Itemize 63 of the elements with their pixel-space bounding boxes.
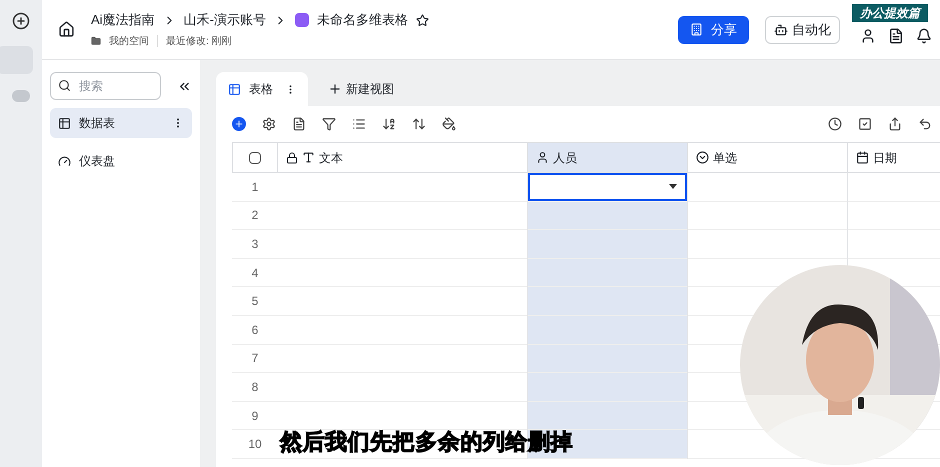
row-number: 5 bbox=[252, 293, 258, 310]
undo-icon[interactable] bbox=[918, 117, 932, 131]
table-icon bbox=[228, 82, 241, 96]
column-header[interactable]: 单选 bbox=[688, 142, 848, 173]
folder-icon bbox=[91, 36, 101, 46]
breadcrumb-link[interactable]: Ai魔法指南 bbox=[91, 10, 155, 30]
row-number: 6 bbox=[252, 322, 258, 339]
user-icon[interactable] bbox=[860, 28, 876, 44]
robot-icon bbox=[774, 22, 788, 36]
share-icon[interactable] bbox=[888, 117, 902, 131]
calendar-icon bbox=[856, 151, 869, 164]
filter-icon[interactable] bbox=[322, 117, 336, 131]
row-number: 4 bbox=[252, 264, 258, 282]
row-height-icon[interactable] bbox=[412, 117, 426, 131]
document-icon[interactable] bbox=[888, 28, 904, 44]
dropdown-circle-icon bbox=[696, 151, 709, 164]
star-icon[interactable] bbox=[416, 14, 429, 26]
sort-icon[interactable] bbox=[382, 117, 396, 131]
table-icon bbox=[58, 116, 71, 130]
checklist-icon[interactable] bbox=[858, 117, 872, 131]
row-number: 1 bbox=[252, 178, 258, 196]
row-number: 2 bbox=[252, 207, 258, 224]
history-icon[interactable] bbox=[828, 117, 842, 131]
breadcrumb-link[interactable]: 山禾-演示账号 bbox=[184, 10, 266, 30]
gauge-icon bbox=[58, 154, 71, 168]
row-number: 8 bbox=[252, 378, 258, 396]
building-icon bbox=[690, 23, 703, 36]
sidebar-item[interactable]: 仪表盘 bbox=[50, 146, 192, 176]
row-number: 10 bbox=[248, 436, 262, 454]
row-number: 9 bbox=[252, 408, 258, 425]
add-record-icon[interactable] bbox=[232, 117, 246, 131]
modified-text: 最近修改: 刚刚 bbox=[166, 34, 232, 49]
view-tab[interactable]: 表格 bbox=[216, 72, 308, 106]
search-icon bbox=[58, 79, 71, 92]
new-view-button[interactable]: 新建视图 bbox=[316, 72, 406, 106]
settings-icon[interactable] bbox=[262, 117, 276, 131]
series-badge: 办公提效篇 bbox=[852, 4, 928, 22]
sidebar-item[interactable]: 数据表 bbox=[50, 108, 192, 138]
subtitle: 然后我们先把多余的列给删掉 bbox=[280, 428, 574, 456]
text-type-icon bbox=[302, 151, 315, 164]
person-icon bbox=[536, 151, 549, 164]
automation-button[interactable]: 自动化 bbox=[765, 16, 840, 44]
column-header[interactable]: 文本 bbox=[278, 142, 528, 173]
search-field[interactable]: 搜索 bbox=[50, 72, 162, 100]
location-text[interactable]: 我的空间 bbox=[109, 34, 149, 49]
document-title: 未命名多维表格 bbox=[316, 11, 408, 30]
paint-bucket-icon[interactable] bbox=[442, 117, 456, 131]
caret-icon[interactable] bbox=[669, 184, 677, 190]
lock-icon bbox=[286, 152, 298, 164]
column-header[interactable]: 日期 bbox=[848, 142, 940, 173]
row-number: 3 bbox=[252, 236, 258, 253]
home-icon[interactable] bbox=[58, 21, 75, 38]
form-icon[interactable] bbox=[292, 117, 306, 131]
base-icon bbox=[294, 13, 309, 27]
share-button[interactable]: 分享 bbox=[678, 16, 749, 44]
group-icon[interactable] bbox=[352, 117, 366, 131]
plus-icon bbox=[328, 82, 342, 96]
column-header[interactable]: 人员 bbox=[528, 142, 688, 173]
select-all-checkbox[interactable] bbox=[249, 152, 261, 164]
bell-icon[interactable] bbox=[916, 28, 932, 44]
add-icon[interactable] bbox=[12, 12, 30, 30]
active-cell[interactable] bbox=[528, 173, 687, 201]
row-number: 7 bbox=[252, 350, 258, 368]
